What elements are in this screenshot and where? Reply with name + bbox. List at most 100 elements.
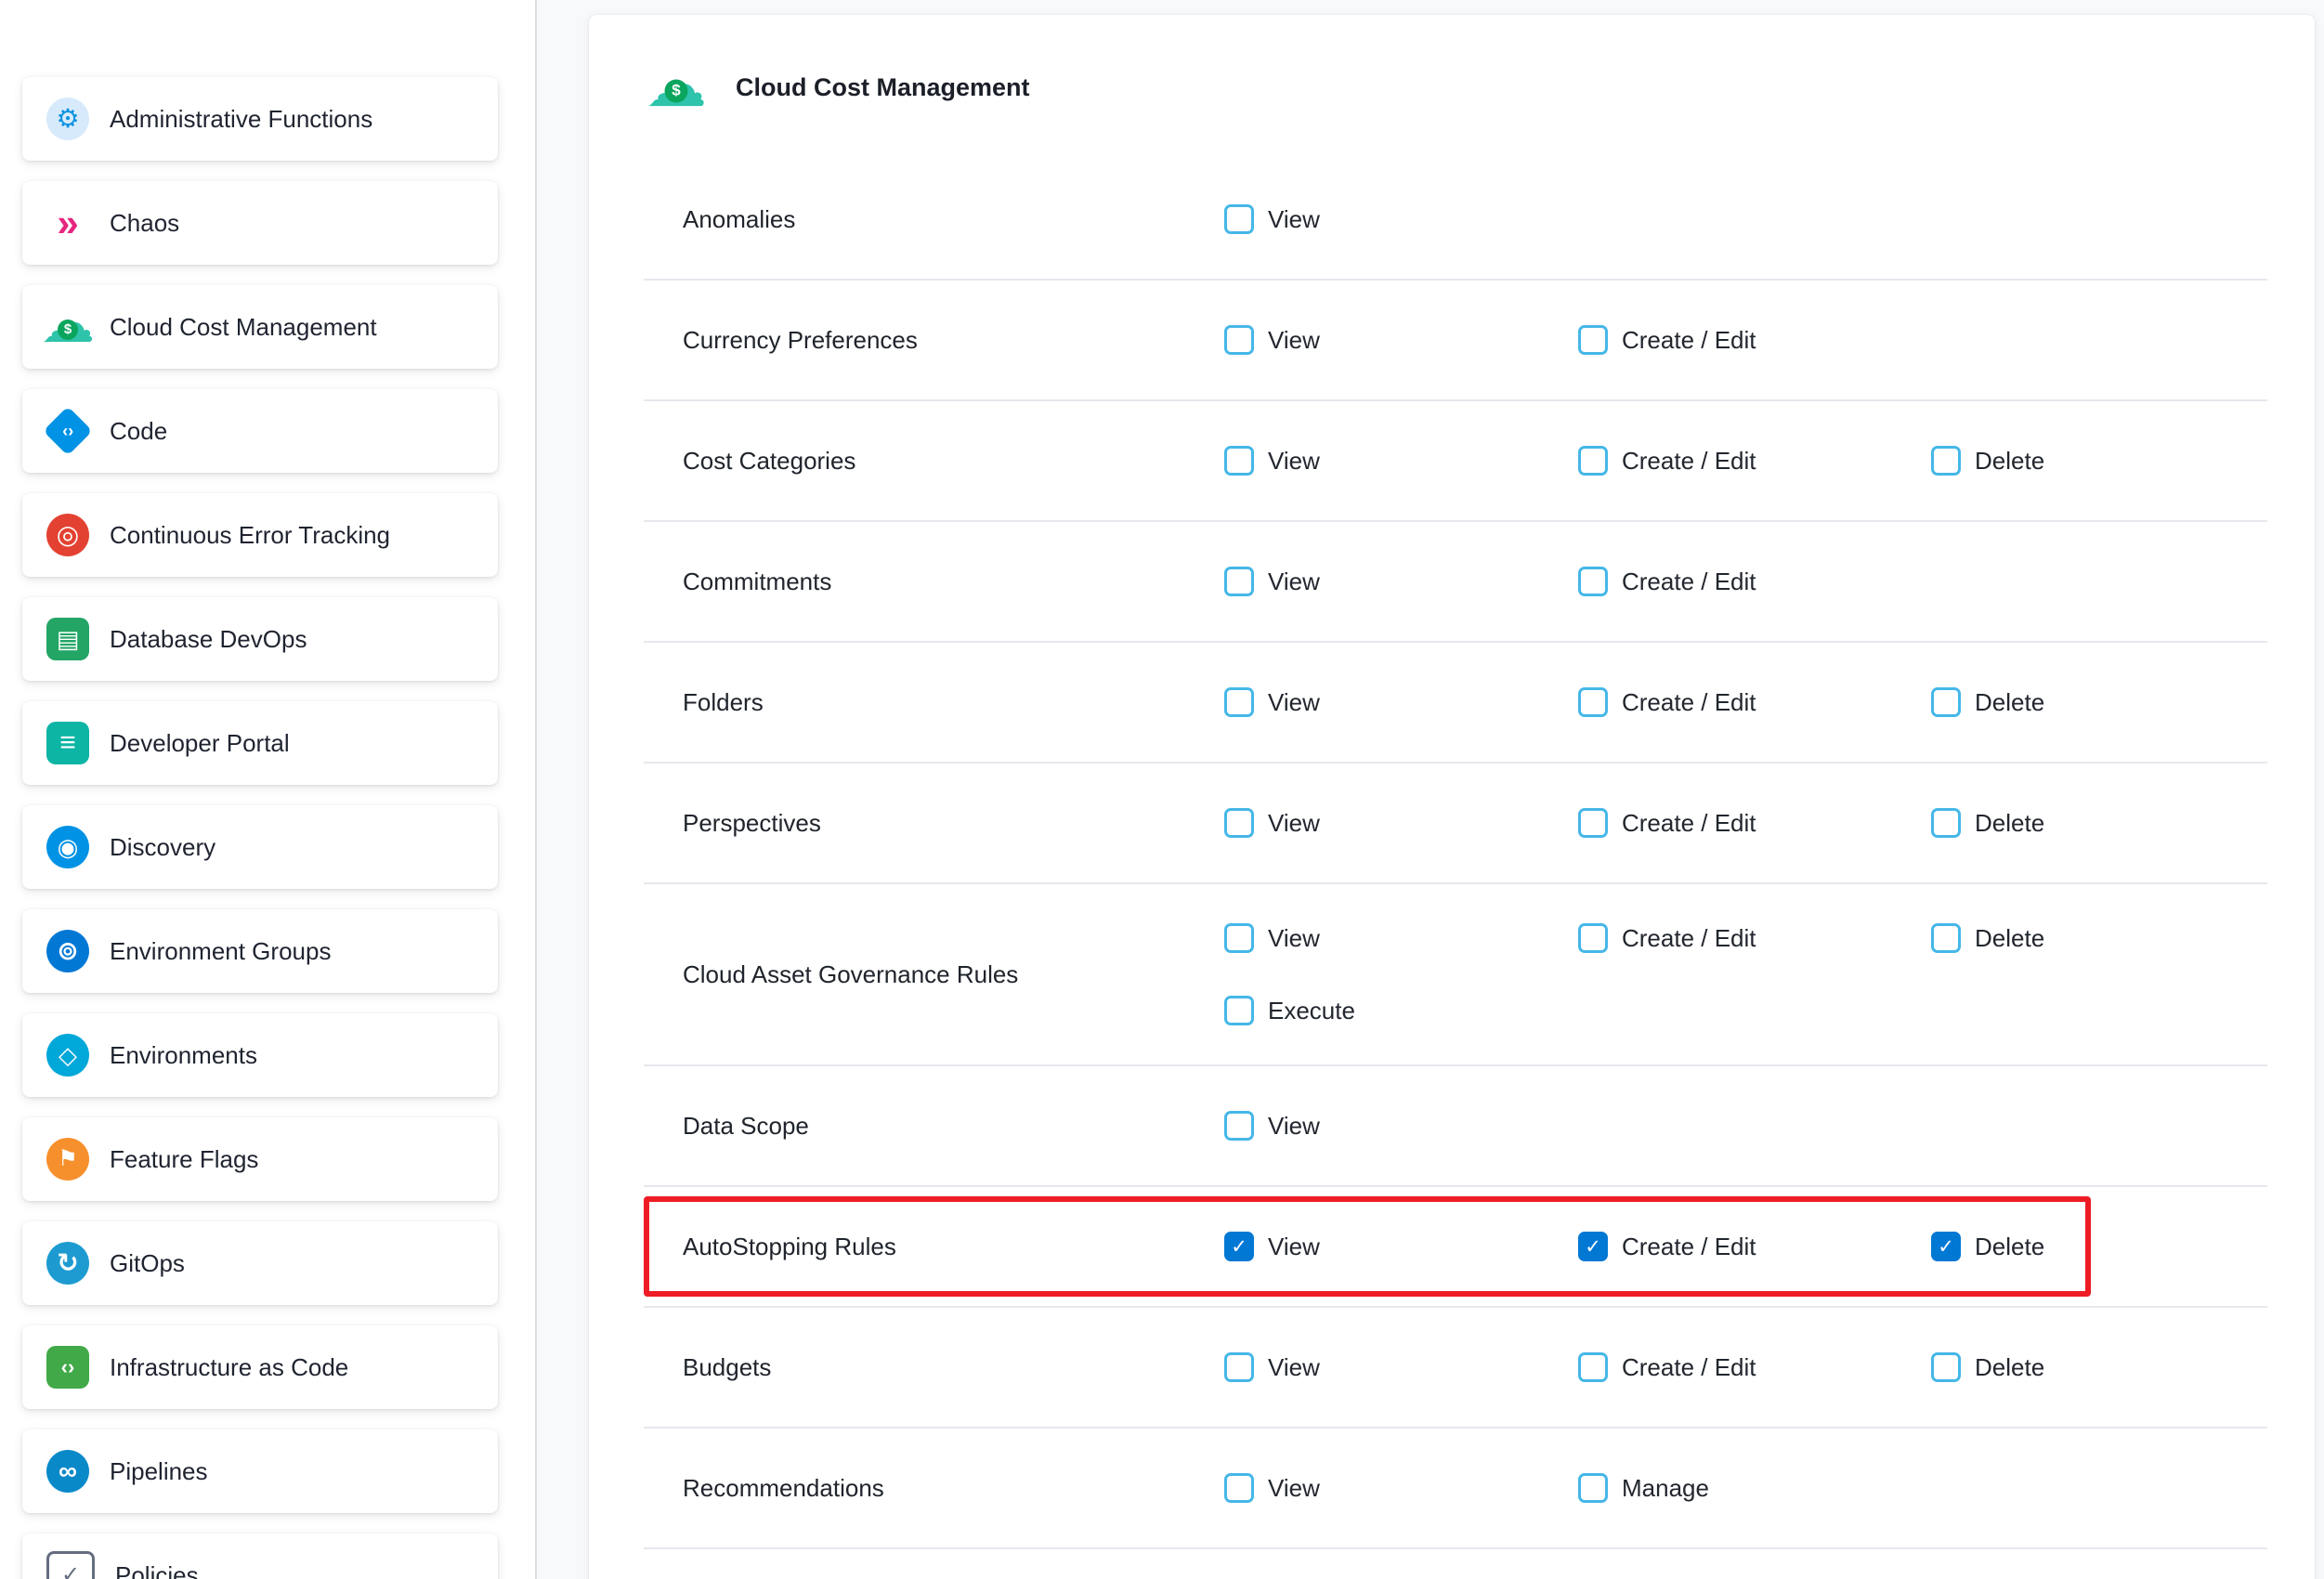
sidebar-item-environments[interactable]: ◇Environments: [22, 1013, 498, 1097]
icon-glyph: ‹›: [62, 423, 73, 439]
sidebar-item-label: Discovery: [110, 833, 215, 862]
permission-view[interactable]: View: [1224, 446, 1320, 476]
permission-label: View: [1268, 1353, 1320, 1382]
unchecked-checkbox[interactable]: [1224, 567, 1254, 596]
unchecked-checkbox[interactable]: [1931, 808, 1961, 838]
sidebar-item-policies[interactable]: ✓Policies: [22, 1533, 498, 1579]
unchecked-checkbox[interactable]: [1224, 687, 1254, 717]
permission-view[interactable]: View: [1224, 923, 1320, 953]
permission-view[interactable]: View: [1224, 808, 1320, 838]
dollar-badge: $: [665, 79, 688, 102]
sidebar-item-developer-portal[interactable]: ≡Developer Portal: [22, 701, 498, 785]
permission-create-edit[interactable]: Create / Edit: [1578, 687, 1756, 717]
icon-glyph: ◇: [59, 1043, 77, 1067]
permission-delete[interactable]: Delete: [1931, 446, 2044, 476]
sidebar-item-code[interactable]: ‹› Code: [22, 389, 498, 473]
checked-checkbox[interactable]: ✓: [1224, 1232, 1254, 1261]
unchecked-checkbox[interactable]: [1224, 204, 1254, 234]
sidebar-item-administrative-functions[interactable]: ⚙ Administrative Functions: [22, 77, 498, 161]
unchecked-checkbox[interactable]: [1931, 1352, 1961, 1382]
unchecked-checkbox[interactable]: [1578, 808, 1608, 838]
permission-view[interactable]: View: [1224, 687, 1320, 717]
unchecked-checkbox[interactable]: [1224, 1352, 1254, 1382]
unchecked-checkbox[interactable]: [1578, 1473, 1608, 1503]
permission-view[interactable]: View: [1224, 1473, 1320, 1503]
resource-label: Anomalies: [683, 205, 1224, 234]
permission-label: View: [1268, 924, 1320, 953]
unchecked-checkbox[interactable]: [1578, 567, 1608, 596]
permission-delete[interactable]: Delete: [1931, 808, 2044, 838]
resource-label: Currency Preferences: [683, 326, 1224, 355]
permission-label: Delete: [1975, 447, 2044, 476]
icon-glyph: ∞: [59, 1458, 77, 1484]
sidebar-item-chaos[interactable]: »Chaos: [22, 181, 498, 265]
unchecked-checkbox[interactable]: [1578, 325, 1608, 355]
sidebar-item-environment-groups[interactable]: ⊚Environment Groups: [22, 909, 498, 993]
sidebar-item-label: Administrative Functions: [110, 105, 372, 134]
sidebar-item-label: Code: [110, 417, 167, 446]
permission-label: Create / Edit: [1622, 1233, 1756, 1261]
permission-delete[interactable]: Delete: [1931, 923, 2044, 953]
unchecked-checkbox[interactable]: [1224, 923, 1254, 953]
unchecked-checkbox[interactable]: [1224, 1111, 1254, 1141]
permission-view[interactable]: ✓View: [1224, 1232, 1320, 1261]
sidebar-item-feature-flags[interactable]: ⚑Feature Flags: [22, 1117, 498, 1201]
unchecked-checkbox[interactable]: [1224, 446, 1254, 476]
checked-checkbox[interactable]: ✓: [1931, 1232, 1961, 1261]
sidebar-item-gitops[interactable]: ↻GitOps: [22, 1221, 498, 1305]
sidebar-item-pipelines[interactable]: ∞ Pipelines: [22, 1429, 498, 1513]
sidebar-item-database-devops[interactable]: ▤Database DevOps: [22, 597, 498, 681]
unchecked-checkbox[interactable]: [1224, 808, 1254, 838]
permission-execute[interactable]: Execute: [1224, 996, 1355, 1025]
permission-label: Delete: [1975, 924, 2044, 953]
sidebar-item-label: Pipelines: [110, 1457, 208, 1486]
panel-header: ☁ $ Cloud Cost Management: [589, 15, 2315, 117]
unchecked-checkbox[interactable]: [1931, 446, 1961, 476]
permission-create-edit[interactable]: Create / Edit: [1578, 1352, 1756, 1382]
sidebar-item-continuous-error-tracking[interactable]: ◎Continuous Error Tracking: [22, 493, 498, 577]
permission-label: Create / Edit: [1622, 447, 1756, 476]
icon-glyph: ⚙: [56, 106, 79, 132]
resource-label: Perspectives: [683, 809, 1224, 838]
permission-create-edit[interactable]: Create / Edit: [1578, 923, 1756, 953]
page-title: Cloud Cost Management: [736, 73, 1030, 102]
icon-glyph: ▤: [57, 627, 80, 651]
unchecked-checkbox[interactable]: [1224, 996, 1254, 1025]
checked-checkbox[interactable]: ✓: [1578, 1232, 1608, 1261]
sidebar-item-cloud-cost-management[interactable]: ☁$Cloud Cost Management: [22, 285, 498, 369]
permission-manage[interactable]: Manage: [1578, 1473, 1709, 1503]
permission-view[interactable]: View: [1224, 325, 1320, 355]
permission-row-anomalies: AnomaliesView: [644, 160, 2267, 281]
permission-create-edit[interactable]: Create / Edit: [1578, 567, 1756, 596]
unchecked-checkbox[interactable]: [1224, 1473, 1254, 1503]
permission-row-folders: FoldersViewCreate / EditDelete: [644, 643, 2267, 763]
permission-delete[interactable]: Delete: [1931, 1352, 2044, 1382]
permission-create-edit[interactable]: ✓ Create / Edit: [1578, 1232, 1756, 1261]
permission-delete[interactable]: ✓Delete: [1931, 1232, 2044, 1261]
code-icon: ‹›: [43, 406, 92, 455]
permission-view[interactable]: View: [1224, 1352, 1320, 1382]
iac-icon: ‹›: [46, 1346, 89, 1389]
permission-label: Create / Edit: [1622, 326, 1756, 355]
sidebar-item-label: Continuous Error Tracking: [110, 521, 390, 550]
permission-view[interactable]: View: [1224, 204, 1320, 234]
permission-view[interactable]: View: [1224, 1111, 1320, 1141]
sidebar-item-infrastructure-as-code[interactable]: ‹›Infrastructure as Code: [22, 1325, 498, 1409]
unchecked-checkbox[interactable]: [1931, 687, 1961, 717]
cloud-dollar-icon: ☁$: [46, 306, 89, 348]
permission-create-edit[interactable]: Create / Edit: [1578, 808, 1756, 838]
unchecked-checkbox[interactable]: [1224, 325, 1254, 355]
gitops-icon: ↻: [46, 1242, 89, 1285]
unchecked-checkbox[interactable]: [1931, 923, 1961, 953]
sidebar-item-discovery[interactable]: ◉Discovery: [22, 805, 498, 889]
permission-create-edit[interactable]: Create / Edit: [1578, 446, 1756, 476]
permission-view[interactable]: View: [1224, 567, 1320, 596]
permission-row-budgets: BudgetsViewCreate / EditDelete: [644, 1308, 2267, 1429]
unchecked-checkbox[interactable]: [1578, 687, 1608, 717]
unchecked-checkbox[interactable]: [1578, 1352, 1608, 1382]
unchecked-checkbox[interactable]: [1578, 923, 1608, 953]
permission-delete[interactable]: Delete: [1931, 687, 2044, 717]
unchecked-checkbox[interactable]: [1578, 446, 1608, 476]
permission-create-edit[interactable]: Create / Edit: [1578, 325, 1756, 355]
permission-row-recommendations: RecommendationsViewManage: [644, 1429, 2267, 1549]
